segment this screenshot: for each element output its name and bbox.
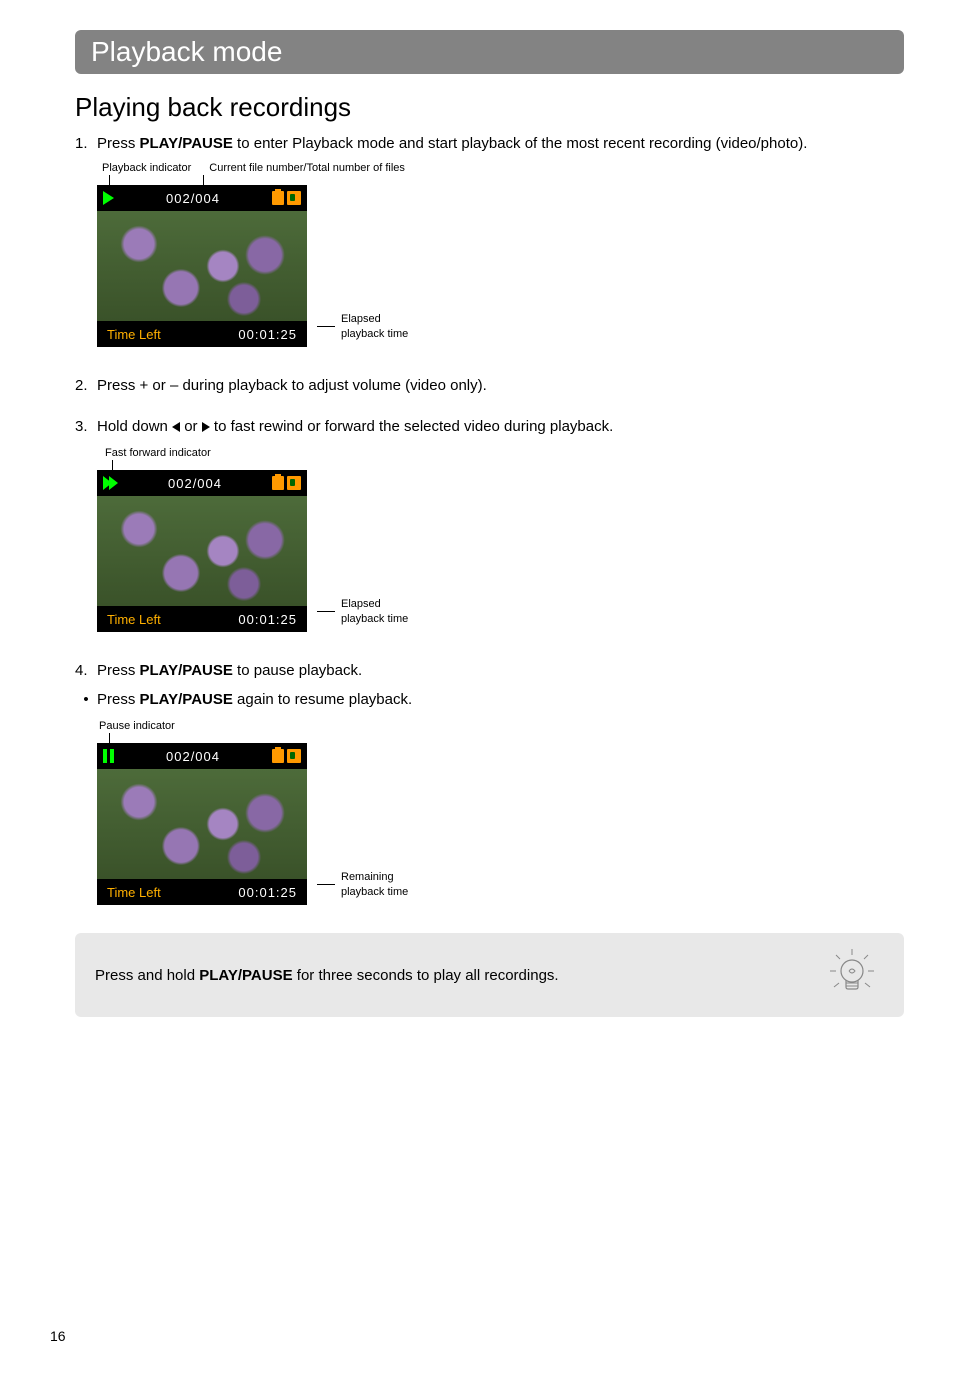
text: Remaining [341,870,408,884]
screenshot-playback: Playback indicator Current file number/T… [97,162,904,347]
bullet-1: • Press PLAY/PAUSE again to resume playb… [75,689,904,710]
button-name: PLAY/PAUSE [140,135,233,152]
file-counter: 002/004 [120,749,266,764]
text: Elapsed [341,312,408,326]
time-left-label: Time Left [107,885,161,900]
text: for three seconds to play all recordings… [293,967,559,984]
step-2: 2. Press + or – during playback to adjus… [75,375,904,396]
step-number: 3. [75,416,97,437]
button-name: PLAY/PAUSE [140,691,233,708]
lightbulb-icon [830,949,874,1001]
tick-line [109,733,110,743]
tick-line [203,175,204,185]
screenshot-pause: Pause indicator 002/004 Time Left 00:01:… [97,720,904,905]
battery-icon [272,749,284,763]
label-remaining-time: Remaining playback time [317,870,408,905]
connector-line [317,611,335,612]
step-number: 1. [75,133,97,154]
text: Hold down [97,418,172,435]
play-icon [103,191,114,205]
header-title: Playback mode [91,36,888,68]
pause-icon [103,749,114,763]
step-text: Press PLAY/PAUSE to pause playback. [97,660,362,681]
step-number: 2. [75,375,97,396]
connector-line [317,326,335,327]
step-1: 1. Press PLAY/PAUSE to enter Playback mo… [75,133,904,154]
label-file-counter: Current file number/Total number of file… [209,162,405,174]
elapsed-time: 00:01:25 [238,612,297,627]
tip-box: Press and hold PLAY/PAUSE for three seco… [75,933,904,1017]
elapsed-time: 00:01:25 [238,327,297,342]
lcd-screen: 002/004 Time Left 00:01:25 [97,470,307,632]
battery-icon [272,476,284,490]
file-counter: 002/004 [124,476,266,491]
connector-line [317,884,335,885]
video-thumbnail [97,496,307,606]
step-text: Hold down or to fast rewind or forward t… [97,416,613,437]
button-name: PLAY/PAUSE [199,967,292,984]
bullet-text: Press PLAY/PAUSE again to resume playbac… [97,689,412,710]
time-left-label: Time Left [107,612,161,627]
page-number: 16 [50,1328,66,1344]
sdcard-icon [287,191,301,205]
right-arrow-icon [202,422,210,432]
text: or [180,418,202,435]
step-number: 4. [75,660,97,681]
remaining-time: 00:01:25 [238,885,297,900]
text: to enter Playback mode and start playbac… [233,135,807,152]
fastforward-icon [103,476,118,490]
page-header: Playback mode [75,30,904,74]
step-text: Press + or – during playback to adjust v… [97,375,487,396]
sdcard-icon [287,476,301,490]
step-4: 4. Press PLAY/PAUSE to pause playback. [75,660,904,681]
text: to pause playback. [233,662,362,679]
step-3: 3. Hold down or to fast rewind or forwar… [75,416,904,437]
step-text: Press PLAY/PAUSE to enter Playback mode … [97,133,807,154]
tick-line [112,460,113,470]
text: playback time [341,327,408,341]
text: Press [97,135,140,152]
text: playback time [341,612,408,626]
text: Elapsed [341,597,408,611]
tip-text: Press and hold PLAY/PAUSE for three seco… [95,967,559,984]
label-elapsed-time: Elapsed playback time [317,597,408,632]
battery-icon [272,191,284,205]
lcd-screen: 002/004 Time Left 00:01:25 [97,185,307,347]
video-thumbnail [97,211,307,321]
section-title: Playing back recordings [75,92,904,123]
label-pause-indicator: Pause indicator [99,720,175,732]
screenshot-fastforward: Fast forward indicator 002/004 Time Left… [97,447,904,632]
sdcard-icon [287,749,301,763]
video-thumbnail [97,769,307,879]
text: again to resume playback. [233,691,412,708]
text: playback time [341,885,408,899]
label-elapsed-time: Elapsed playback time [317,312,408,347]
left-arrow-icon [172,422,180,432]
time-left-label: Time Left [107,327,161,342]
text: Press [97,662,140,679]
lcd-screen: 002/004 Time Left 00:01:25 [97,743,307,905]
text: Press and hold [95,967,199,984]
label-ff-indicator: Fast forward indicator [105,447,211,459]
text: to fast rewind or forward the selected v… [210,418,614,435]
text: Press [97,691,140,708]
bullet: • [75,689,97,710]
label-playback-indicator: Playback indicator [102,162,191,174]
button-name: PLAY/PAUSE [140,662,233,679]
file-counter: 002/004 [120,191,266,206]
